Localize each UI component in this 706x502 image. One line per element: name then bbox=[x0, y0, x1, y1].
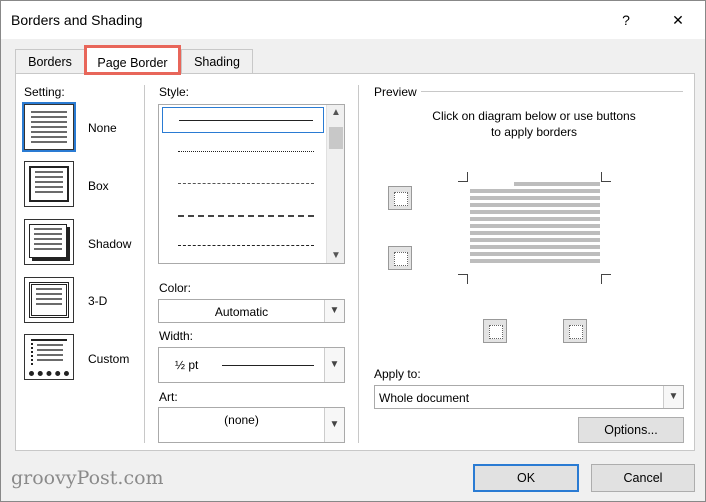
width-line-sample bbox=[222, 365, 314, 366]
preview-corner bbox=[601, 172, 611, 182]
setting-shadow-label[interactable]: Shadow bbox=[88, 237, 131, 251]
help-button[interactable]: ? bbox=[613, 7, 639, 33]
preview-corner bbox=[458, 274, 468, 284]
style-scrollbar[interactable]: ▲ ▼ bbox=[326, 105, 344, 263]
scroll-thumb[interactable] bbox=[329, 127, 343, 149]
style-label: Style: bbox=[159, 85, 190, 99]
bottom-border-button[interactable] bbox=[388, 246, 412, 270]
chevron-down-icon[interactable]: ▼ bbox=[324, 408, 344, 442]
preview-label: Preview bbox=[374, 85, 417, 99]
preview-diagram[interactable] bbox=[470, 182, 600, 266]
art-value: (none) bbox=[224, 413, 259, 427]
setting-custom-label[interactable]: Custom bbox=[88, 352, 129, 366]
left-border-button[interactable] bbox=[483, 319, 507, 343]
preview-corner bbox=[458, 172, 468, 182]
ok-button[interactable]: OK bbox=[473, 464, 579, 492]
separator bbox=[358, 85, 359, 443]
style-option-dash-dot[interactable] bbox=[162, 233, 324, 259]
tab-borders[interactable]: Borders bbox=[15, 49, 85, 73]
setting-custom-icon[interactable] bbox=[24, 334, 74, 380]
width-dropdown[interactable]: ½ pt ▼ bbox=[158, 347, 345, 383]
apply-to-label: Apply to: bbox=[374, 367, 421, 381]
width-label: Width: bbox=[159, 329, 194, 343]
separator bbox=[144, 85, 145, 443]
setting-none-label[interactable]: None bbox=[88, 121, 117, 135]
options-button[interactable]: Options... bbox=[578, 417, 684, 443]
style-option-fine-dash[interactable] bbox=[162, 171, 324, 197]
color-value: Automatic bbox=[214, 305, 269, 319]
art-label: Art: bbox=[159, 390, 178, 404]
art-dropdown[interactable]: (none) ▼ bbox=[158, 407, 345, 443]
tab-label: Page Border bbox=[97, 56, 168, 70]
preview-hint-line1: Click on diagram below or use buttons bbox=[432, 109, 636, 123]
setting-box-icon[interactable] bbox=[24, 161, 74, 207]
width-value: ½ pt bbox=[175, 358, 199, 372]
top-border-button[interactable] bbox=[388, 186, 412, 210]
chevron-down-icon[interactable]: ▼ bbox=[663, 386, 683, 408]
preview-divider bbox=[421, 91, 683, 92]
right-border-button[interactable] bbox=[563, 319, 587, 343]
scroll-up-icon[interactable]: ▲ bbox=[327, 107, 345, 118]
tab-label: Shading bbox=[194, 55, 240, 69]
chevron-down-icon[interactable]: ▼ bbox=[324, 348, 344, 382]
style-option-solid[interactable] bbox=[162, 107, 324, 133]
watermark: groovyPost.com bbox=[11, 467, 164, 489]
tab-label: Borders bbox=[28, 55, 72, 69]
scroll-down-icon[interactable]: ▼ bbox=[327, 250, 345, 261]
apply-to-value: Whole document bbox=[379, 391, 470, 405]
dialog-title: Borders and Shading bbox=[11, 12, 143, 28]
setting-box-label[interactable]: Box bbox=[88, 179, 109, 193]
tab-shading[interactable]: Shading bbox=[181, 49, 253, 73]
cancel-button[interactable]: Cancel bbox=[591, 464, 695, 492]
setting-3d-icon[interactable] bbox=[24, 277, 74, 323]
title-bar: Borders and Shading ? ✕ bbox=[1, 1, 705, 39]
tab-page-border[interactable]: Page Border bbox=[84, 45, 181, 75]
setting-3d-label[interactable]: 3-D bbox=[88, 294, 107, 308]
color-dropdown[interactable]: Automatic ▼ bbox=[158, 299, 345, 323]
style-option-dashed[interactable] bbox=[162, 203, 324, 229]
preview-hint-line2: to apply borders bbox=[490, 125, 578, 139]
style-option-dotted[interactable] bbox=[162, 139, 324, 165]
preview-corner bbox=[601, 274, 611, 284]
style-list[interactable]: ▲ ▼ bbox=[158, 104, 345, 264]
apply-to-dropdown[interactable]: Whole document ▼ bbox=[374, 385, 684, 409]
setting-shadow-icon[interactable] bbox=[24, 219, 74, 265]
borders-shading-dialog: Borders and Shading ? ✕ Borders Page Bor… bbox=[0, 0, 706, 502]
chevron-down-icon[interactable]: ▼ bbox=[324, 300, 344, 322]
setting-label: Setting: bbox=[24, 85, 65, 99]
close-button[interactable]: ✕ bbox=[665, 7, 691, 33]
setting-none-icon[interactable] bbox=[22, 102, 76, 152]
color-label: Color: bbox=[159, 281, 192, 295]
